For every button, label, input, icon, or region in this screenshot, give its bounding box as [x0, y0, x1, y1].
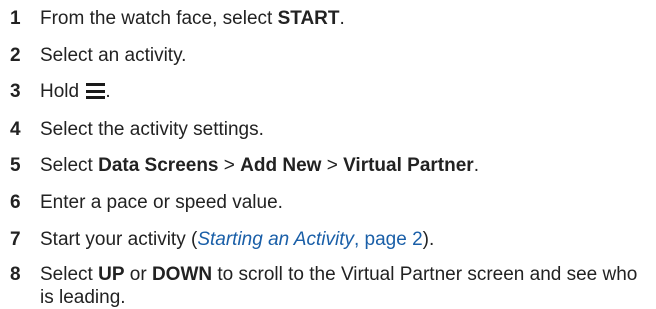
step-number: 4 — [10, 119, 21, 140]
step-text-part: Hold — [40, 81, 85, 102]
step-text-part: . — [473, 155, 479, 176]
step-text-part: ). — [422, 229, 435, 250]
virtual-partner-label: Virtual Partner — [343, 155, 474, 176]
step-8: 8 Select UP or DOWN to scroll to the Vir… — [10, 263, 648, 309]
step-5: 5 Select Data Screens > Add New > Virtua… — [10, 154, 648, 177]
step-number: 5 — [10, 155, 21, 176]
instruction-steps: 1 From the watch face, select START. 2 S… — [0, 0, 656, 308]
step-number: 1 — [10, 8, 21, 29]
start-button-label: START — [277, 8, 340, 29]
step-text-part: From the watch face, select — [40, 8, 278, 29]
step-number: 3 — [10, 81, 21, 102]
starting-an-activity-link[interactable]: Starting an Activity, page 2 — [197, 229, 422, 250]
step-number: 6 — [10, 192, 21, 213]
step-text-part: Select — [40, 155, 99, 176]
data-screens-label: Data Screens — [98, 155, 219, 176]
step-number: 2 — [10, 45, 21, 66]
step-6: 6 Enter a pace or speed value. — [10, 191, 648, 214]
step-text: From the watch face, select START. — [40, 7, 648, 30]
step-number: 8 — [10, 264, 21, 285]
add-new-label: Add New — [240, 155, 322, 176]
step-text: Start your activity (Starting an Activit… — [40, 228, 648, 251]
step-text-part: Start your activity ( — [40, 229, 198, 250]
step-text: Select Data Screens > Add New > Virtual … — [40, 154, 648, 177]
step-7: 7 Start your activity (Starting an Activ… — [10, 228, 648, 251]
step-number: 7 — [10, 229, 21, 250]
step-text-part: > — [321, 155, 344, 176]
step-1: 1 From the watch face, select START. — [10, 7, 648, 30]
step-text-part: or — [124, 264, 152, 285]
menu-icon — [86, 83, 106, 99]
step-text-part: . — [339, 8, 345, 29]
step-3: 3 Hold . — [10, 80, 648, 103]
up-button-label: UP — [98, 264, 125, 285]
step-text: Enter a pace or speed value. — [40, 192, 283, 213]
step-text: Select the activity settings. — [40, 119, 264, 140]
step-4: 4 Select the activity settings. — [10, 118, 648, 141]
link-page-ref: , page 2 — [353, 229, 423, 250]
link-title: Starting an Activity — [197, 229, 354, 250]
step-text: Hold . — [40, 80, 648, 103]
step-text-part: > — [218, 155, 241, 176]
step-text-part: . — [105, 81, 111, 102]
step-text: Select UP or DOWN to scroll to the Virtu… — [40, 263, 648, 309]
step-text: Select an activity. — [40, 45, 187, 66]
step-text-part: Select — [40, 264, 99, 285]
step-2: 2 Select an activity. — [10, 44, 648, 67]
down-button-label: DOWN — [151, 264, 213, 285]
